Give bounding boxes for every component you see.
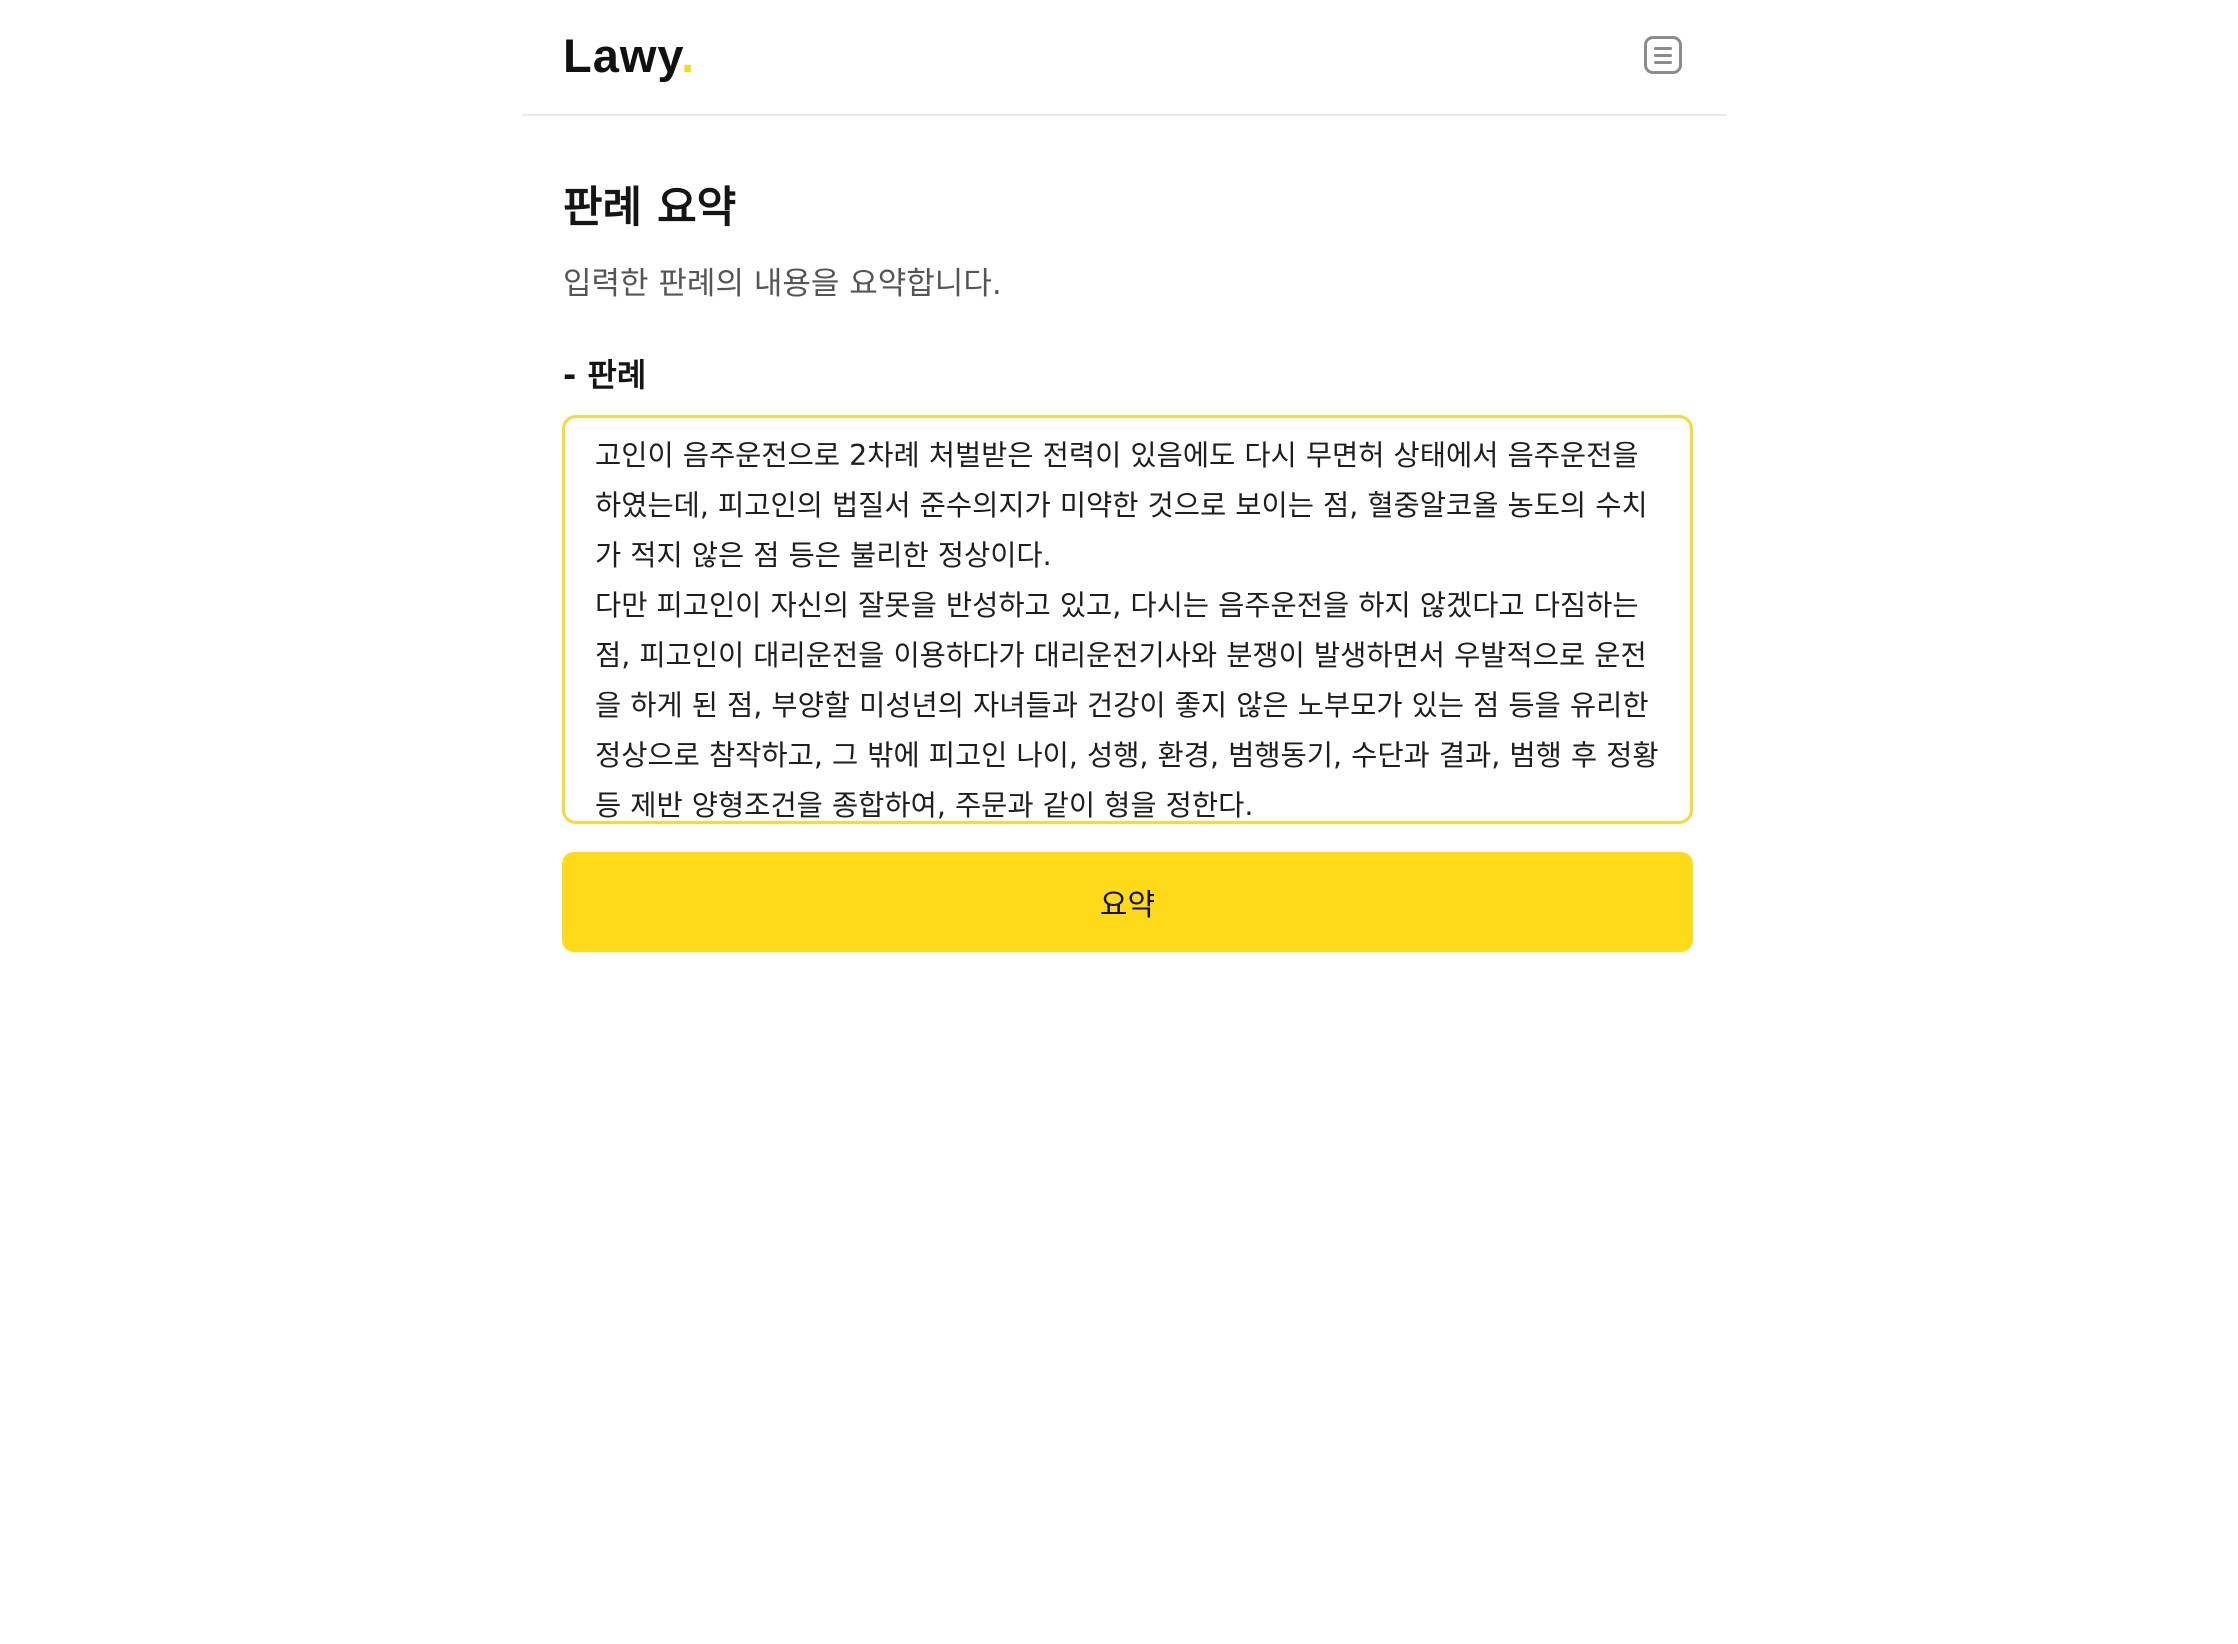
page-title: 판례 요약 — [563, 183, 737, 233]
hamburger-menu-icon[interactable] — [1644, 36, 1682, 74]
top-header: Lawy. — [522, 0, 1727, 116]
menu-line — [1654, 54, 1672, 57]
logo-dot: . — [681, 29, 696, 82]
case-text-input[interactable]: 고인이 음주운전으로 2차례 처벌받은 전력이 있음에도 다시 무면허 상태에서… — [562, 415, 1693, 824]
logo[interactable]: Lawy. — [563, 26, 695, 86]
case-field-label: - 판례 — [563, 356, 647, 394]
menu-line — [1654, 47, 1672, 50]
page-description: 입력한 판례의 내용을 요약합니다. — [563, 266, 1002, 302]
logo-text: Lawy — [563, 29, 682, 82]
summarize-button[interactable]: 요약 — [562, 852, 1693, 952]
app-container: Lawy. 판례 요약 입력한 판례의 내용을 요약합니다. - 판례 고인이 … — [522, 0, 1727, 1644]
menu-line — [1654, 61, 1672, 64]
